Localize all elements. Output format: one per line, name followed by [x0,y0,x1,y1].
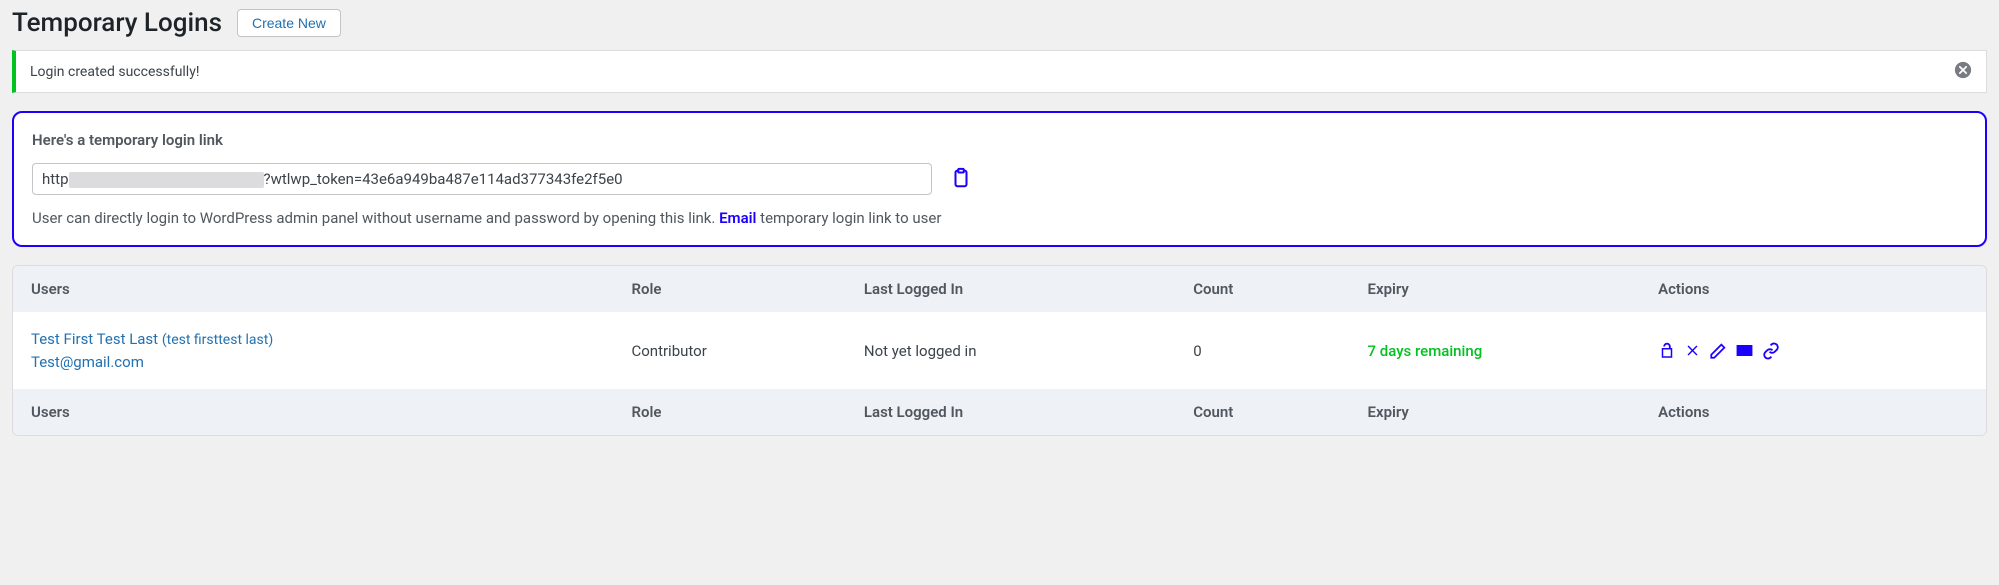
link-icon [1762,342,1780,360]
close-icon [1684,342,1701,359]
col-header-expiry: Expiry [1368,280,1659,298]
users-table: Users Role Last Logged In Count Expiry A… [12,265,1987,436]
table-row: Test First Test Last (test firsttest las… [13,312,1986,389]
col-footer-role: Role [631,403,863,421]
pencil-icon [1709,342,1727,360]
col-footer-last-login: Last Logged In [864,403,1193,421]
edit-action-button[interactable] [1709,342,1727,360]
link-description: User can directly login to WordPress adm… [32,209,1967,227]
col-header-count: Count [1193,280,1367,298]
cell-actions [1658,341,1968,360]
cell-last-login: Not yet logged in [864,342,1193,360]
col-header-role: Role [631,280,863,298]
col-footer-count: Count [1193,403,1367,421]
col-header-users: Users [31,280,631,298]
user-display-name: Test First Test Last [31,330,158,348]
dismiss-notice-button[interactable] [1954,61,1972,82]
col-footer-users: Users [31,403,631,421]
cell-user: Test First Test Last (test firsttest las… [31,330,631,371]
table-footer: Users Role Last Logged In Count Expiry A… [13,389,1986,435]
clipboard-icon [950,167,972,189]
login-link-panel: Here's a temporary login link http ?wtlwp… [12,111,1987,247]
email-link[interactable]: Email [719,209,756,227]
col-header-last-login: Last Logged In [864,280,1193,298]
col-footer-actions: Actions [1658,403,1968,421]
desc-before: User can directly login to WordPress adm… [32,209,719,227]
user-username: (test firsttest last) [162,332,273,348]
close-icon [1954,61,1972,79]
success-notice: Login created successfully! [12,50,1987,93]
expiry-text: 7 days remaining [1368,342,1483,360]
copy-link-action-button[interactable] [1762,342,1780,360]
link-row: http ?wtlwp_token=43e6a949ba487e114ad3773… [32,163,1967,195]
cell-expiry: 7 days remaining [1368,342,1659,360]
col-header-actions: Actions [1658,280,1968,298]
link-heading: Here's a temporary login link [32,131,1967,149]
url-prefix: http [42,170,69,188]
disable-action-button[interactable] [1658,342,1676,360]
email-action-button[interactable] [1735,341,1754,360]
desc-after: temporary login link to user [756,209,941,227]
notice-message: Login created successfully! [30,64,199,80]
mail-icon [1735,341,1754,360]
redacted-host [69,172,264,188]
delete-action-button[interactable] [1684,342,1701,359]
lock-open-icon [1658,342,1676,360]
col-footer-expiry: Expiry [1368,403,1659,421]
url-suffix: ?wtlwp_token=43e6a949ba487e114ad377343fe… [264,170,623,188]
table-header: Users Role Last Logged In Count Expiry A… [13,266,1986,312]
user-email: Test@gmail.com [31,353,631,371]
cell-count: 0 [1193,342,1367,360]
login-link-input[interactable]: http ?wtlwp_token=43e6a949ba487e114ad3773… [32,163,932,195]
copy-link-button[interactable] [950,167,972,192]
page-header: Temporary Logins Create New [12,8,1987,38]
page-title: Temporary Logins [12,8,222,38]
create-new-button[interactable]: Create New [237,9,341,37]
cell-role: Contributor [631,342,863,360]
